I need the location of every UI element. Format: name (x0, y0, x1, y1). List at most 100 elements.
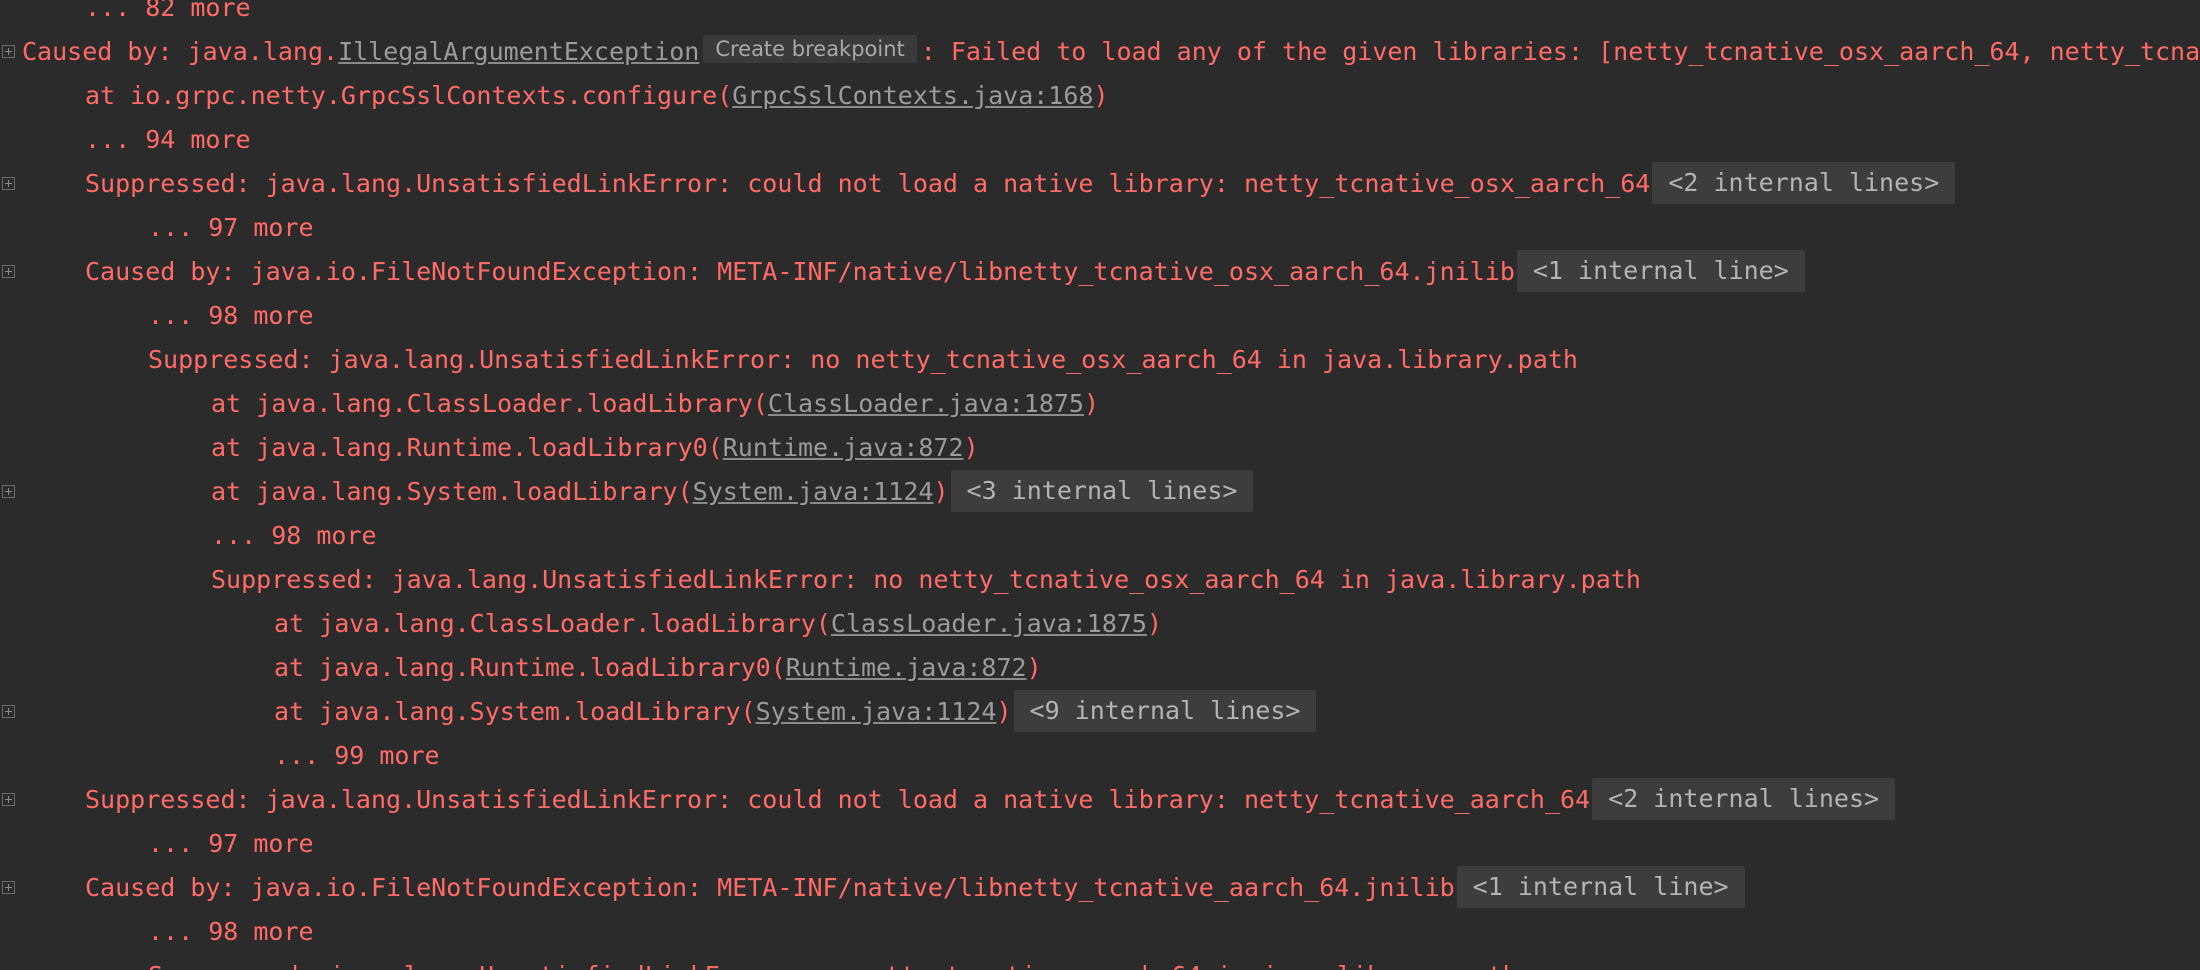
stack-trace-text: at java.lang.System.loadLibrary( (274, 697, 756, 726)
internal-lines-badge[interactable]: <2 internal lines> (1652, 162, 1956, 204)
stack-trace-text: Suppressed: java.lang.UnsatisfiedLinkErr… (148, 345, 1578, 374)
expand-fold-icon[interactable] (2, 705, 15, 718)
console-line-content: ... 97 more (148, 822, 314, 866)
stack-trace-text: ) (1146, 609, 1163, 638)
console-output: ... 82 more Caused by: java.lang.IllegalA… (0, 0, 2200, 970)
source-file-link[interactable]: Runtime.java:872 (723, 433, 964, 462)
stack-trace-text: at java.lang.ClassLoader.loadLibrary( (211, 389, 768, 418)
source-file-link[interactable]: Runtime.java:872 (786, 653, 1027, 682)
stack-trace-text: Suppressed: java.lang.UnsatisfiedLinkErr… (211, 565, 1641, 594)
console-line-content: ... 98 more (148, 910, 314, 954)
stack-trace-text: ) (1083, 389, 1100, 418)
expand-fold-icon[interactable] (2, 45, 15, 58)
stack-trace-text: at java.lang.Runtime.loadLibrary0( (274, 653, 786, 682)
stack-trace-text: ... 97 more (148, 829, 314, 858)
stack-trace-text: at io.grpc.netty.GrpcSslContexts.configu… (85, 81, 733, 110)
console-line-content: ... 94 more (85, 118, 251, 162)
stack-trace-text: ) (933, 477, 949, 506)
console-line-content: at java.lang.System.loadLibrary(System.j… (211, 470, 1254, 514)
console-line: at java.lang.System.loadLibrary(System.j… (0, 690, 2200, 734)
console-line: ... 99 more (0, 734, 2200, 778)
internal-lines-badge[interactable]: <1 internal line> (1456, 866, 1745, 908)
console-line-content: Suppressed: java.lang.UnsatisfiedLinkErr… (148, 338, 1578, 382)
console-line: Caused by: java.io.FileNotFoundException… (0, 250, 2200, 294)
expand-fold-icon[interactable] (2, 265, 15, 278)
console-line-content: Suppressed: java.lang.UnsatisfiedLinkErr… (148, 954, 1518, 970)
source-file-link[interactable]: ClassLoader.java:1875 (831, 609, 1147, 638)
stack-trace-text: ) (963, 433, 979, 462)
console-line-content: ... 82 more (85, 0, 251, 30)
stack-trace-text: ... 99 more (274, 741, 440, 770)
source-file-link[interactable]: IllegalArgumentException (338, 37, 699, 66)
console-line: ... 98 more (0, 514, 2200, 558)
console-line-content: Caused by: java.io.FileNotFoundException… (85, 866, 1745, 910)
console-line-content: Suppressed: java.lang.UnsatisfiedLinkErr… (211, 558, 1641, 602)
console-line: ... 97 more (0, 822, 2200, 866)
console-line-content: at java.lang.Runtime.loadLibrary0(Runtim… (274, 646, 1042, 690)
expand-fold-icon[interactable] (2, 793, 15, 806)
stack-trace-text: ... 82 more (85, 0, 251, 22)
stack-trace-text: : Failed to load any of the given librar… (920, 37, 2200, 66)
console-line: ... 98 more (0, 910, 2200, 954)
expand-fold-icon[interactable] (2, 485, 15, 498)
stack-trace-text: ... 98 more (211, 521, 377, 550)
console-line: at java.lang.Runtime.loadLibrary0(Runtim… (0, 426, 2200, 470)
console-line: at java.lang.System.loadLibrary(System.j… (0, 470, 2200, 514)
expand-fold-icon[interactable] (2, 881, 15, 894)
stack-trace-text: ) (996, 697, 1012, 726)
console-line-content: Caused by: java.lang.IllegalArgumentExce… (22, 30, 2200, 74)
console-line-content: Caused by: java.io.FileNotFoundException… (85, 250, 1805, 294)
console-line: at java.lang.ClassLoader.loadLibrary(Cla… (0, 382, 2200, 426)
console-line-content: at java.lang.Runtime.loadLibrary0(Runtim… (211, 426, 979, 470)
console-line: ... 94 more (0, 118, 2200, 162)
stack-trace-text: Suppressed: java.lang.UnsatisfiedLinkErr… (85, 169, 1651, 198)
stack-trace-text: at java.lang.ClassLoader.loadLibrary( (274, 609, 831, 638)
console-line-content: ... 97 more (148, 206, 314, 250)
source-file-link[interactable]: System.java:1124 (756, 697, 997, 726)
console-line-content: ... 98 more (211, 514, 377, 558)
internal-lines-badge[interactable]: <3 internal lines> (950, 470, 1254, 512)
stack-trace-text: ... 97 more (148, 213, 314, 242)
console-line-content: Suppressed: java.lang.UnsatisfiedLinkErr… (85, 162, 1956, 206)
console-line: ... 97 more (0, 206, 2200, 250)
console-line: Suppressed: java.lang.UnsatisfiedLinkErr… (0, 954, 2200, 970)
stack-trace-text: Caused by: java.io.FileNotFoundException… (85, 873, 1455, 902)
console-line-content: ... 99 more (274, 734, 440, 778)
stack-trace-text: ) (1093, 81, 1109, 110)
internal-lines-badge[interactable]: <1 internal line> (1516, 250, 1805, 292)
stack-trace-text: ... 94 more (85, 125, 251, 154)
stack-trace-text: Caused by: java.io.FileNotFoundException… (85, 257, 1515, 286)
stack-trace-text: ... 98 more (148, 917, 314, 946)
internal-lines-badge[interactable]: <2 internal lines> (1592, 778, 1896, 820)
source-file-link[interactable]: System.java:1124 (693, 477, 934, 506)
console-line: Suppressed: java.lang.UnsatisfiedLinkErr… (0, 162, 2200, 206)
console-line: Suppressed: java.lang.UnsatisfiedLinkErr… (0, 338, 2200, 382)
create-breakpoint-tooltip[interactable]: Create breakpoint (703, 35, 917, 63)
source-file-link[interactable]: ClassLoader.java:1875 (768, 389, 1084, 418)
console-line: Caused by: java.lang.IllegalArgumentExce… (0, 30, 2200, 74)
console-line-content: ... 98 more (148, 294, 314, 338)
internal-lines-badge[interactable]: <9 internal lines> (1013, 690, 1317, 732)
stack-trace-text: ... 98 more (148, 301, 314, 330)
source-file-link[interactable]: GrpcSslContexts.java:168 (732, 81, 1093, 110)
console-line-content: Suppressed: java.lang.UnsatisfiedLinkErr… (85, 778, 1896, 822)
console-line-content: at java.lang.ClassLoader.loadLibrary(Cla… (274, 602, 1162, 646)
console-line: Suppressed: java.lang.UnsatisfiedLinkErr… (0, 778, 2200, 822)
console-line: at java.lang.Runtime.loadLibrary0(Runtim… (0, 646, 2200, 690)
console-line: ... 82 more (0, 0, 2200, 30)
stack-trace-text: Caused by: java.lang. (22, 37, 339, 66)
stack-trace-text: at java.lang.Runtime.loadLibrary0( (211, 433, 723, 462)
console-line: Suppressed: java.lang.UnsatisfiedLinkErr… (0, 558, 2200, 602)
stack-trace-text: at java.lang.System.loadLibrary( (211, 477, 693, 506)
console-line: at io.grpc.netty.GrpcSslContexts.configu… (0, 74, 2200, 118)
console-line-content: at java.lang.ClassLoader.loadLibrary(Cla… (211, 382, 1099, 426)
console-line-content: at java.lang.System.loadLibrary(System.j… (274, 690, 1317, 734)
console-line: at java.lang.ClassLoader.loadLibrary(Cla… (0, 602, 2200, 646)
console-line: Caused by: java.io.FileNotFoundException… (0, 866, 2200, 910)
stack-trace-text: ) (1026, 653, 1042, 682)
stack-trace-text: Suppressed: java.lang.UnsatisfiedLinkErr… (148, 961, 1518, 970)
stack-trace-text: Suppressed: java.lang.UnsatisfiedLinkErr… (85, 785, 1591, 814)
console-line-content: at io.grpc.netty.GrpcSslContexts.configu… (85, 74, 1109, 118)
expand-fold-icon[interactable] (2, 177, 15, 190)
console-line: ... 98 more (0, 294, 2200, 338)
